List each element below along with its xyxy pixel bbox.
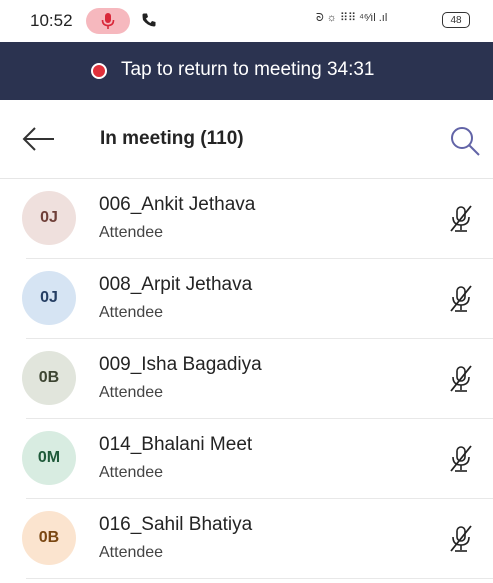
phone-icon [142,13,156,27]
status-icons-text: ᘐ ☼ ⠿⠿ ⁴⁶⁄ıl .ıl [316,12,388,24]
divider [26,578,493,579]
participant-row[interactable]: 0B 016_Sahil Bhatiya Attendee [0,499,493,579]
page-title: In meeting (110) [100,128,244,149]
active-mic-indicator[interactable] [86,8,130,34]
participant-role: Attendee [99,544,164,561]
participant-role: Attendee [99,384,164,401]
avatar: 0B [22,351,76,405]
avatar: 0J [22,191,76,245]
avatar: 0B [22,511,76,565]
mic-muted-icon [450,525,472,552]
microphone-icon [101,13,115,29]
mic-muted-icon [450,205,472,232]
mic-muted-icon [450,445,472,472]
battery-icon: 48 [442,12,470,28]
participant-row[interactable]: 0B 009_Isha Bagadiya Attendee [0,339,493,419]
status-time: 10:52 [30,11,73,30]
participant-list: 0J 006_Ankit Jethava Attendee 0J 008_Arp… [0,179,493,579]
participant-role: Attendee [99,464,164,481]
participant-row[interactable]: 0M 014_Bhalani Meet Attendee [0,419,493,499]
participant-row[interactable]: 0J 008_Arpit Jethava Attendee [0,259,493,339]
status-bar: 10:52 ᘐ ☼ ⠿⠿ ⁴⁶⁄ıl .ıl 48 [0,0,493,42]
avatar: 0M [22,431,76,485]
mic-muted-icon [450,365,472,392]
mic-muted-icon [450,285,472,312]
battery-level: 48 [450,15,462,26]
participant-row[interactable]: 0J 006_Ankit Jethava Attendee [0,179,493,259]
participant-name: 014_Bhalani Meet [99,434,253,455]
participant-role: Attendee [99,224,164,241]
participant-name: 008_Arpit Jethava [99,274,253,295]
header: In meeting (110) [0,100,493,179]
avatar: 0J [22,271,76,325]
participant-name: 006_Ankit Jethava [99,194,256,215]
participant-role: Attendee [99,304,164,321]
return-to-meeting-banner[interactable]: Tap to return to meeting 34:31 [0,42,493,100]
participant-name: 009_Isha Bagadiya [99,354,262,375]
participant-name: 016_Sahil Bhatiya [99,514,253,535]
return-to-meeting-label: Tap to return to meeting 34:31 [121,59,375,80]
recording-dot-icon [91,63,107,79]
status-icons: ᘐ ☼ ⠿⠿ ⁴⁶⁄ıl .ıl 48 [316,11,476,31]
search-icon[interactable] [448,124,482,158]
arrow-left-icon[interactable] [22,126,56,152]
